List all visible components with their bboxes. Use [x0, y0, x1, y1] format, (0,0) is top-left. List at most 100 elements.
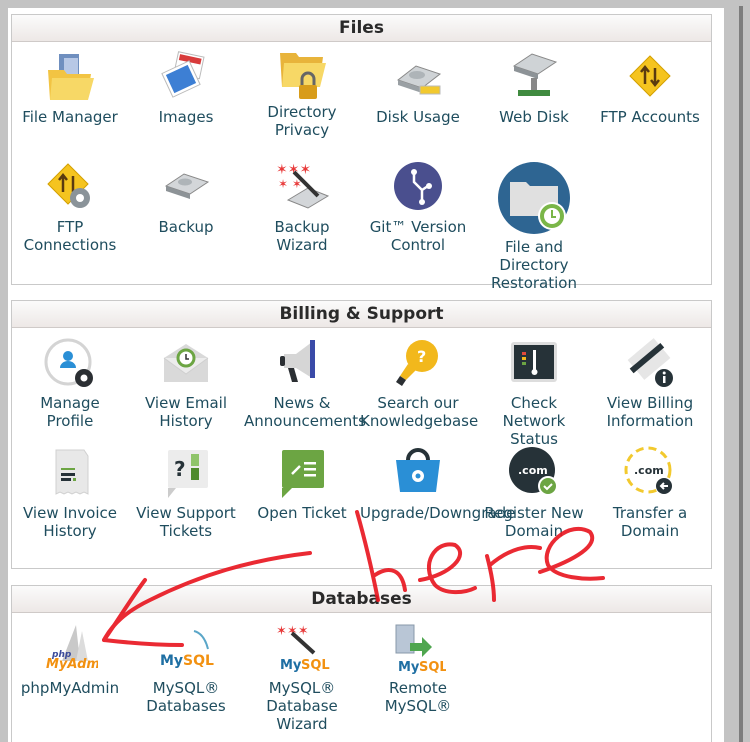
svg-text:.com: .com: [634, 464, 664, 477]
mysql-icon: My SQL: [158, 621, 214, 677]
item-label: History: [159, 412, 213, 430]
item-register-new-domain[interactable]: .com Register New Domain: [476, 446, 592, 540]
remote-mysql-icon: My SQL: [390, 621, 446, 677]
item-label: Privacy: [274, 121, 330, 139]
svg-text:My: My: [280, 658, 302, 673]
databases-panel-header: Databases: [12, 586, 711, 613]
item-ftp-connections[interactable]: FTP Connections: [12, 160, 128, 254]
item-phpmyadmin[interactable]: phpMyAdmin phpMyAdmin: [12, 621, 128, 697]
item-label: File and: [504, 238, 564, 256]
item-open-ticket[interactable]: Open Ticket: [244, 446, 360, 522]
item-label: Restoration: [491, 274, 577, 292]
item-label: Web Disk: [499, 108, 569, 126]
item-label: Images: [158, 108, 214, 126]
folder-icon: [42, 50, 98, 106]
item-label: Connections: [23, 236, 117, 254]
images-icon: [158, 50, 214, 106]
shopping-bag-gear-icon: [390, 446, 446, 502]
item-mysql-database-wizard[interactable]: ✶✶✶ My SQL MySQL® Database Wizard: [244, 621, 360, 733]
item-label: Upgrade/Downgrade: [360, 504, 516, 522]
item-search-knowledgebase[interactable]: ? Search our Knowledgebase: [360, 336, 479, 430]
item-label: Wizard: [276, 236, 328, 254]
svg-text:My: My: [398, 660, 420, 675]
item-label: File Manager: [22, 108, 118, 126]
item-label: News &: [273, 394, 331, 412]
item-label: Announcements: [244, 412, 366, 430]
databases-panel: Databases phpMyAdmin phpMyAdmin MySQL My…: [11, 585, 712, 742]
item-label: FTP: [56, 218, 84, 236]
network-status-icon: [506, 336, 562, 392]
item-label: MySQL®: [152, 679, 220, 697]
item-backup-wizard[interactable]: ✶✶✶ ✶ ✶ Backup Wizard: [244, 160, 360, 254]
folder-lock-icon: [274, 45, 330, 101]
item-label: Transfer a: [612, 504, 688, 522]
item-directory-privacy[interactable]: Directory Privacy: [244, 45, 360, 139]
restore-folder-icon: [496, 160, 572, 236]
svg-text:My: My: [160, 653, 183, 669]
item-git-version-control[interactable]: Git™ Version Control: [360, 160, 476, 254]
git-icon: [390, 160, 446, 216]
billing-panel-header: Billing & Support: [12, 301, 711, 328]
item-upgrade-downgrade[interactable]: Upgrade/Downgrade: [360, 446, 516, 522]
megaphone-icon: [274, 336, 330, 392]
domain-register-icon: .com: [506, 446, 562, 502]
svg-text:?: ?: [174, 457, 186, 481]
item-label: Search our: [377, 394, 459, 412]
item-file-directory-restoration[interactable]: File and Directory Restoration: [476, 160, 592, 292]
item-label: Database: [266, 697, 338, 715]
lightbulb-icon: ?: [390, 336, 446, 392]
svg-text:?: ?: [417, 347, 426, 366]
item-label: Disk Usage: [376, 108, 460, 126]
item-view-email-history[interactable]: View Email History: [128, 336, 244, 430]
item-label: Control: [390, 236, 446, 254]
credit-card-info-icon: [622, 336, 678, 392]
item-ftp-accounts[interactable]: FTP Accounts: [592, 50, 708, 126]
item-label: Network: [502, 412, 566, 430]
profile-gear-icon: [42, 336, 98, 392]
open-ticket-icon: [274, 446, 330, 502]
item-mysql-databases[interactable]: My SQL MySQL® Databases: [128, 621, 244, 715]
ftp-gear-icon: [42, 160, 98, 216]
item-label: phpMyAdmin: [20, 679, 120, 697]
mysql-wizard-icon: ✶✶✶ My SQL: [274, 621, 330, 677]
hard-drive-icon: [158, 160, 214, 216]
item-remote-mysql[interactable]: My SQL Remote MySQL®: [360, 621, 476, 715]
item-label: Profile: [46, 412, 94, 430]
support-tickets-icon: ?: [158, 446, 214, 502]
item-label: Knowledgebase: [360, 412, 479, 430]
item-label: Wizard: [276, 715, 328, 733]
email-history-icon: [158, 336, 214, 392]
item-images[interactable]: Images: [128, 50, 244, 126]
item-label: FTP Accounts: [600, 108, 700, 126]
item-manage-profile[interactable]: Manage Profile: [12, 336, 128, 430]
item-file-manager[interactable]: File Manager: [12, 50, 128, 126]
item-web-disk[interactable]: Web Disk: [476, 50, 592, 126]
svg-text:.com: .com: [518, 464, 548, 477]
item-disk-usage[interactable]: Disk Usage: [360, 50, 476, 126]
item-view-support-tickets[interactable]: ? View Support Tickets: [128, 446, 244, 540]
item-label: Tickets: [159, 522, 213, 540]
svg-text:SQL: SQL: [183, 653, 214, 669]
item-news-announcements[interactable]: News & Announcements: [244, 336, 366, 430]
item-view-invoice-history[interactable]: View Invoice History: [12, 446, 128, 540]
scrollbar[interactable]: [739, 6, 743, 742]
item-view-billing-information[interactable]: View Billing Information: [592, 336, 708, 430]
item-label: Directory: [499, 256, 569, 274]
item-check-network-status[interactable]: Check Network Status: [476, 336, 592, 448]
phpmyadmin-icon: phpMyAdmin: [42, 621, 98, 677]
domain-transfer-icon: .com: [622, 446, 678, 502]
item-label: Domain: [504, 522, 564, 540]
item-label: MySQL®: [268, 679, 336, 697]
svg-text:SQL: SQL: [419, 660, 446, 675]
item-label: View Support: [136, 504, 236, 522]
item-label: View Invoice: [23, 504, 117, 522]
item-label: Domain: [620, 522, 680, 540]
item-transfer-domain[interactable]: .com Transfer a Domain: [592, 446, 708, 540]
item-label: View Billing: [606, 394, 694, 412]
files-panel-header: Files: [12, 15, 711, 42]
web-disk-icon: [506, 50, 562, 106]
item-label: Manage: [40, 394, 100, 412]
item-label: Directory: [267, 103, 337, 121]
item-label: Backup: [158, 218, 214, 236]
item-backup[interactable]: Backup: [128, 160, 244, 236]
